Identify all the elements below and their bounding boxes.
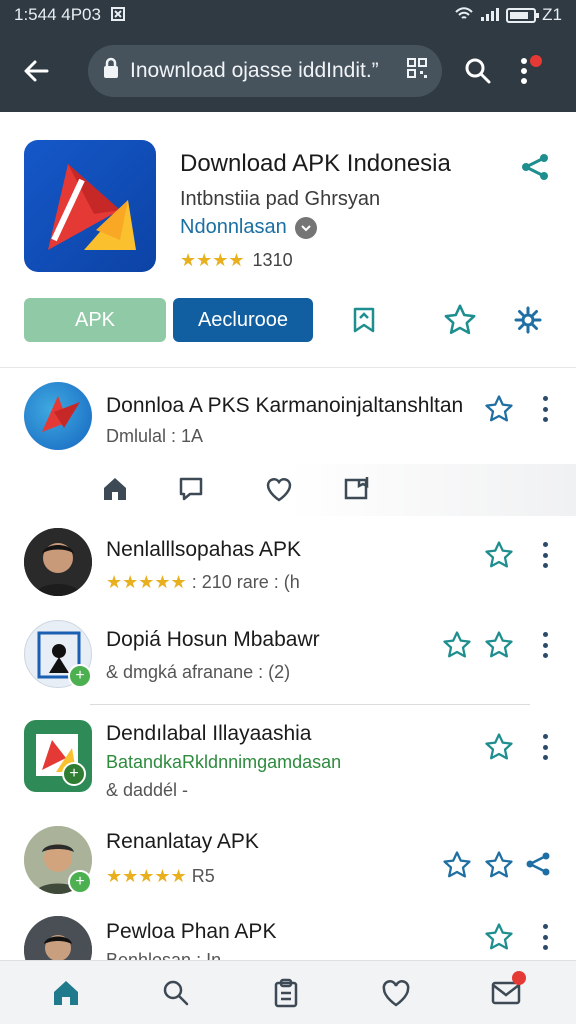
home-icon[interactable] — [100, 474, 130, 504]
rating-stars: ★★★★★ — [106, 866, 187, 886]
quick-actions-bar — [0, 464, 576, 516]
more-vert-icon[interactable] — [540, 396, 550, 422]
primary-action-button[interactable]: Aeclurooe — [173, 298, 313, 342]
battery-label: Z1 — [542, 5, 562, 24]
list-item-title: Nenlalllsopahas APK — [106, 538, 301, 561]
list-item-meta: & daddél - — [106, 780, 189, 800]
more-vert-icon[interactable] — [540, 542, 550, 568]
save-icon[interactable] — [342, 474, 372, 504]
list-item-meta: : 210 rare : (h — [191, 572, 300, 592]
notification-icon — [109, 5, 127, 26]
signal-icon — [480, 6, 500, 25]
app-header: Download APK Indonesia Intbnstiia pad Gh… — [0, 112, 576, 368]
status-bar: 1:544 4P03 Z1 — [0, 0, 576, 30]
avatar — [24, 382, 92, 450]
status-time: 1:544 4P03 — [14, 5, 101, 24]
app-title: Download APK Indonesia — [180, 150, 451, 177]
share-icon[interactable] — [518, 150, 552, 184]
url-bar[interactable]: Inownload ojasse iddIndit.” — [88, 45, 442, 97]
list-item[interactable]: + Renanlatay APK ★★★★★ R5 — [0, 818, 576, 908]
mail-icon[interactable] — [488, 971, 526, 1011]
rating-stars: ★★★★ — [180, 250, 245, 270]
star-outline-icon[interactable] — [484, 394, 514, 424]
add-badge-icon[interactable]: + — [62, 762, 86, 786]
app-icon — [24, 140, 156, 272]
lock-icon — [102, 57, 120, 85]
rating-stars: ★★★★★ — [106, 572, 187, 592]
list-item-title: Dendılabal Illayaashia — [106, 722, 312, 745]
settings-icon[interactable] — [508, 300, 548, 340]
list-item[interactable]: + Dopiá Hosun Mbabawr & dmgká afranane :… — [0, 616, 576, 704]
avatar — [24, 528, 92, 596]
favorite-star-icon[interactable] — [440, 300, 480, 340]
battery-icon — [506, 7, 540, 23]
avatar — [24, 916, 92, 960]
list-item-meta-row: ★★★★★ : 210 rare : (h — [106, 572, 300, 593]
list-item[interactable]: Pewloa Phan APK Benhlosan : In — [0, 908, 576, 960]
share-icon[interactable] — [524, 850, 554, 880]
comment-icon[interactable] — [176, 474, 206, 504]
list-item[interactable]: Donnloa A PKS Karmanoinjaltanshltan Dmlu… — [0, 368, 576, 516]
more-vert-icon[interactable] — [540, 632, 550, 658]
list-item-title: Dopiá Hosun Mbabawr — [106, 628, 320, 651]
heart-icon[interactable] — [264, 474, 294, 504]
list-item[interactable]: + Dendılabal Illayaashia BatandkaRkldnni… — [0, 706, 576, 818]
list-item-meta: R5 — [191, 866, 215, 886]
more-vert-icon[interactable] — [540, 734, 550, 760]
notification-dot — [512, 971, 526, 985]
notification-dot — [530, 55, 542, 67]
list-item-meta: Benhlosan : In — [106, 950, 222, 960]
heart-icon[interactable] — [378, 975, 414, 1011]
add-badge-icon[interactable]: + — [68, 870, 92, 894]
clipboard-icon[interactable] — [268, 975, 304, 1011]
app-subtitle: Intbnstiia pad Ghrsyan — [180, 188, 381, 210]
list-item[interactable]: Nenlalllsopahas APK ★★★★★ : 210 rare : (… — [0, 516, 576, 616]
search-icon[interactable] — [456, 49, 500, 93]
developer-row: Ndonnlasan — [180, 216, 317, 239]
wifi-icon — [454, 6, 474, 25]
apk-button[interactable]: APK — [24, 298, 166, 342]
more-vert-icon[interactable] — [540, 924, 550, 950]
app-rating: ★★★★ 1310 — [180, 250, 293, 271]
add-badge-icon[interactable]: + — [68, 664, 92, 688]
list-item-meta: & dmgká afranane : (2) — [106, 662, 291, 682]
star-outline-icon[interactable] — [484, 540, 514, 570]
url-text: Inownload ojasse iddIndit.” — [130, 59, 379, 82]
star-outline-icon[interactable] — [442, 850, 472, 880]
home-icon[interactable] — [48, 975, 84, 1011]
bottom-navigation — [0, 960, 576, 1024]
list-item-title: Pewloa Phan APK — [106, 920, 277, 943]
star-outline-icon[interactable] — [484, 922, 514, 952]
back-arrow-icon[interactable] — [14, 49, 58, 93]
browser-toolbar: Inownload ojasse iddIndit.” — [0, 30, 576, 112]
bookmark-edit-icon[interactable] — [344, 300, 384, 340]
star-outline-icon[interactable] — [484, 630, 514, 660]
list-item-title: Renanlatay APK — [106, 830, 259, 853]
list-item-developer[interactable]: BatandkaRkldnnimgamdasan — [106, 752, 341, 773]
more-vert-icon[interactable] — [502, 49, 546, 93]
list-item-meta-row: ★★★★★ R5 — [106, 866, 215, 887]
divider — [90, 704, 530, 705]
star-outline-icon[interactable] — [484, 850, 514, 880]
rating-count: 1310 — [252, 250, 293, 270]
list-item-meta: Dmlulal : 1A — [106, 426, 204, 446]
star-outline-icon[interactable] — [442, 630, 472, 660]
developer-link[interactable]: Ndonnlasan — [180, 216, 287, 239]
star-outline-icon[interactable] — [484, 732, 514, 762]
verified-icon — [294, 216, 317, 239]
search-icon[interactable] — [158, 975, 194, 1011]
qr-icon[interactable] — [406, 57, 428, 85]
list-item-title: Donnloa A PKS Karmanoinjaltanshltan — [106, 394, 464, 417]
